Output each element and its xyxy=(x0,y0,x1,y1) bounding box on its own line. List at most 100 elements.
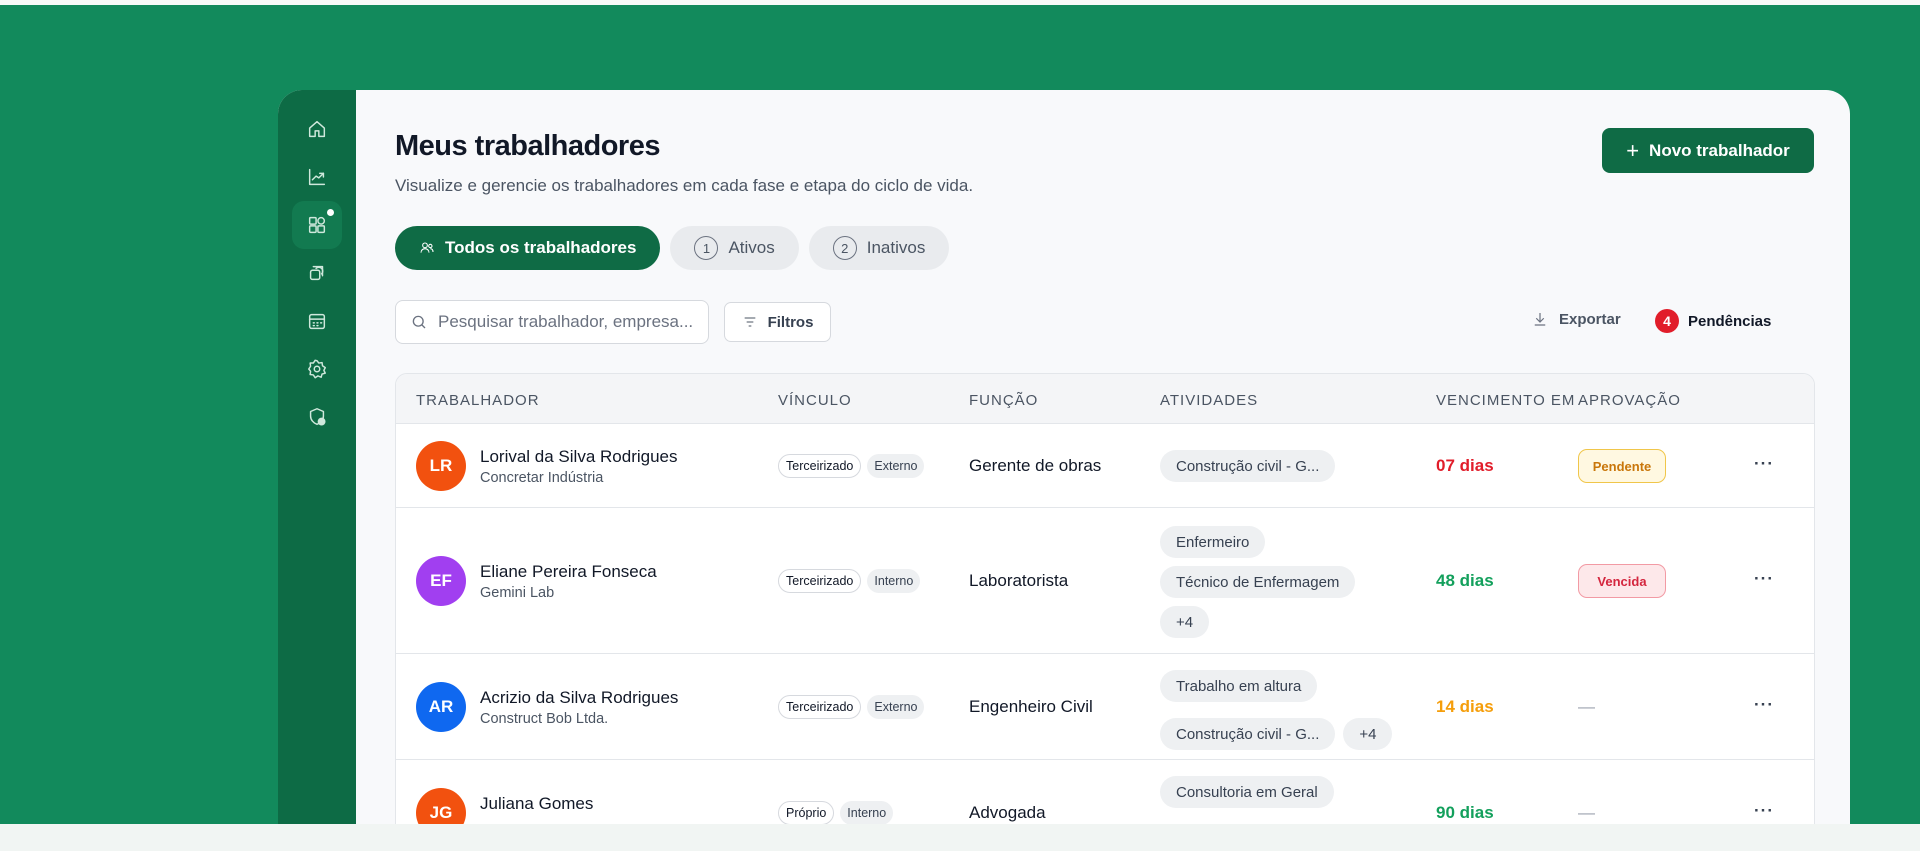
activity-chip: Consultoria em Geral xyxy=(1160,776,1334,808)
table-row[interactable]: EF Eliane Pereira Fonseca Gemini Lab Ter… xyxy=(396,508,1814,654)
home-icon xyxy=(308,120,326,138)
new-worker-label: Novo trabalhador xyxy=(1649,140,1790,160)
due-value: 14 dias xyxy=(1436,697,1494,716)
worker-company: Gemini Lab xyxy=(480,585,555,601)
table-row[interactable]: JG Juliana Gomes Próprio Interno Advogad… xyxy=(396,760,1814,824)
chart-icon xyxy=(308,168,326,186)
row-more-button[interactable]: ··· xyxy=(1754,801,1774,821)
sidebar-item-analytics[interactable] xyxy=(292,153,342,201)
worker-role: Advogada xyxy=(969,803,1046,822)
worker-name[interactable]: Lorival da Silva Rodrigues xyxy=(480,447,678,467)
page-subtitle: Visualize e gerencie os trabalhadores em… xyxy=(395,176,974,195)
search-box xyxy=(395,300,709,344)
shield-check-icon xyxy=(309,408,326,426)
column-header-role[interactable]: FUNÇÃO xyxy=(969,392,1038,409)
approval-empty: — xyxy=(1578,803,1595,822)
link-scope-chip: Externo xyxy=(867,454,925,478)
tab-active[interactable]: 1 Ativos xyxy=(670,226,799,270)
link-scope-chip: Externo xyxy=(867,695,925,719)
sidebar-item-calendar[interactable] xyxy=(292,297,342,345)
link-type-chip: Terceirizado xyxy=(778,695,862,719)
activities: Construção civil - G... xyxy=(1160,450,1420,482)
link-chips: Terceirizado Externo xyxy=(778,454,925,478)
activities: Consultoria em Geral xyxy=(1160,776,1420,808)
people-icon xyxy=(419,240,435,256)
main-content: Meus trabalhadores Visualize e gerencie … xyxy=(356,90,1850,824)
search-input[interactable] xyxy=(438,312,698,332)
avatar: AR xyxy=(416,682,466,732)
export-label: Exportar xyxy=(1559,310,1621,328)
tab-count: 1 xyxy=(694,236,719,260)
tab-label: Inativos xyxy=(866,238,926,257)
worker-role: Laboratorista xyxy=(969,571,1069,590)
pending-label: Pendências xyxy=(1688,312,1772,330)
tabs: Todos os trabalhadores 1 Ativos 2 Inativ… xyxy=(395,226,950,270)
activities: Enfermeiro Técnico de Enfermagem +4 xyxy=(1160,526,1380,638)
sidebar-item-settings[interactable] xyxy=(292,345,342,393)
row-more-button[interactable]: ··· xyxy=(1754,569,1774,589)
worker-company: Construct Bob Ltda. xyxy=(480,711,609,727)
link-scope-chip: Interno xyxy=(867,569,921,593)
worker-role: Engenheiro Civil xyxy=(969,697,1093,716)
sidebar-item-workers[interactable] xyxy=(292,201,342,249)
filters-label: Filtros xyxy=(767,313,814,331)
sidebar-item-security[interactable] xyxy=(292,393,342,441)
page-title: Meus trabalhadores xyxy=(395,130,660,162)
link-type-chip: Próprio xyxy=(778,801,835,824)
table-row[interactable]: AR Acrizio da Silva Rodrigues Construct … xyxy=(396,654,1814,760)
avatar: LR xyxy=(416,441,466,491)
due-value: 48 dias xyxy=(1436,571,1494,590)
worker-name[interactable]: Eliane Pereira Fonseca xyxy=(480,562,657,582)
avatar: JG xyxy=(416,788,466,824)
activity-chip: Técnico de Enfermagem xyxy=(1160,566,1356,598)
link-type-chip: Terceirizado xyxy=(778,569,862,593)
column-header-worker[interactable]: TRABALHADOR xyxy=(416,392,540,409)
due-value: 90 dias xyxy=(1436,803,1494,822)
activity-chip: Enfermeiro xyxy=(1160,526,1266,558)
activity-more-chip[interactable]: +4 xyxy=(1343,718,1393,750)
new-worker-button[interactable]: + Novo trabalhador xyxy=(1602,128,1814,173)
filter-icon xyxy=(744,317,755,327)
column-header-due[interactable]: VENCIMENTO EM xyxy=(1436,392,1575,409)
sidebar-item-layers[interactable] xyxy=(292,249,342,297)
activities: Trabalho em altura Construção civil - G.… xyxy=(1160,670,1420,750)
approval-badge: Vencida xyxy=(1578,564,1666,598)
worker-company: Concretar Indústria xyxy=(480,470,604,486)
tab-inactive[interactable]: 2 Inativos xyxy=(808,226,950,270)
search-icon xyxy=(412,315,426,329)
column-header-activities[interactable]: ATIVIDADES xyxy=(1160,392,1258,409)
column-header-link[interactable]: VÍNCULO xyxy=(778,392,852,409)
worker-role: Gerente de obras xyxy=(969,456,1102,475)
sidebar-item-home[interactable] xyxy=(292,105,342,153)
calendar-icon xyxy=(308,313,326,330)
sidebar xyxy=(278,90,356,824)
filters-button[interactable]: Filtros xyxy=(724,302,831,342)
export-button[interactable]: Exportar xyxy=(1531,310,1621,328)
plus-icon: + xyxy=(1626,137,1640,163)
tab-label: Ativos xyxy=(728,238,775,257)
approval-badge: Pendente xyxy=(1578,449,1666,483)
worker-name[interactable]: Juliana Gomes xyxy=(480,794,593,814)
activity-more-chip[interactable]: +4 xyxy=(1160,606,1210,638)
row-more-button[interactable]: ··· xyxy=(1754,454,1774,474)
link-scope-chip: Interno xyxy=(840,801,894,824)
worker-name[interactable]: Acrizio da Silva Rodrigues xyxy=(480,688,678,708)
tab-all-workers[interactable]: Todos os trabalhadores xyxy=(395,226,661,270)
row-more-button[interactable]: ··· xyxy=(1754,695,1774,715)
activity-chip: Trabalho em altura xyxy=(1160,670,1318,702)
column-header-approval[interactable]: APROVAÇÃO xyxy=(1578,392,1681,409)
settings-icon xyxy=(308,359,326,379)
activity-chip: Construção civil - G... xyxy=(1160,718,1336,750)
tab-label: Todos os trabalhadores xyxy=(445,238,637,257)
workers-table: TRABALHADOR VÍNCULO FUNÇÃO ATIVIDADES VE… xyxy=(395,373,1815,824)
table-header: TRABALHADOR VÍNCULO FUNÇÃO ATIVIDADES VE… xyxy=(396,374,1814,424)
table-row[interactable]: LR Lorival da Silva Rodrigues Concretar … xyxy=(396,424,1814,508)
dashboard-icon xyxy=(308,216,326,234)
layers-icon xyxy=(309,265,324,281)
bottom-strip xyxy=(0,824,1920,851)
download-icon xyxy=(1534,313,1546,326)
app-window: Meus trabalhadores Visualize e gerencie … xyxy=(278,90,1850,824)
link-chips: Terceirizado Externo xyxy=(778,695,925,719)
pending-button[interactable]: 4 Pendências xyxy=(1655,309,1771,333)
link-chips: Terceirizado Interno xyxy=(778,569,921,593)
